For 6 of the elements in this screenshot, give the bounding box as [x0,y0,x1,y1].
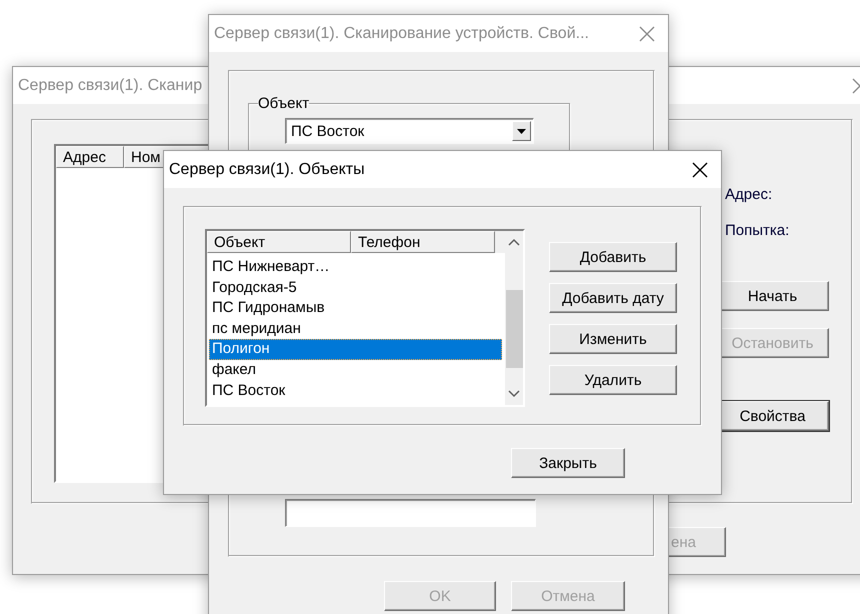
group-label: Объект [258,95,310,112]
window-title: Сервер связи(1). Объекты [169,160,366,178]
field-label: Адрес: [724,186,774,204]
window-title: Сервер связи(1). Сканир [18,76,204,94]
field-label: Попытка: [724,222,790,240]
window-title: Сервер связи(1). Сканирование устройств. Свой... [214,24,590,42]
